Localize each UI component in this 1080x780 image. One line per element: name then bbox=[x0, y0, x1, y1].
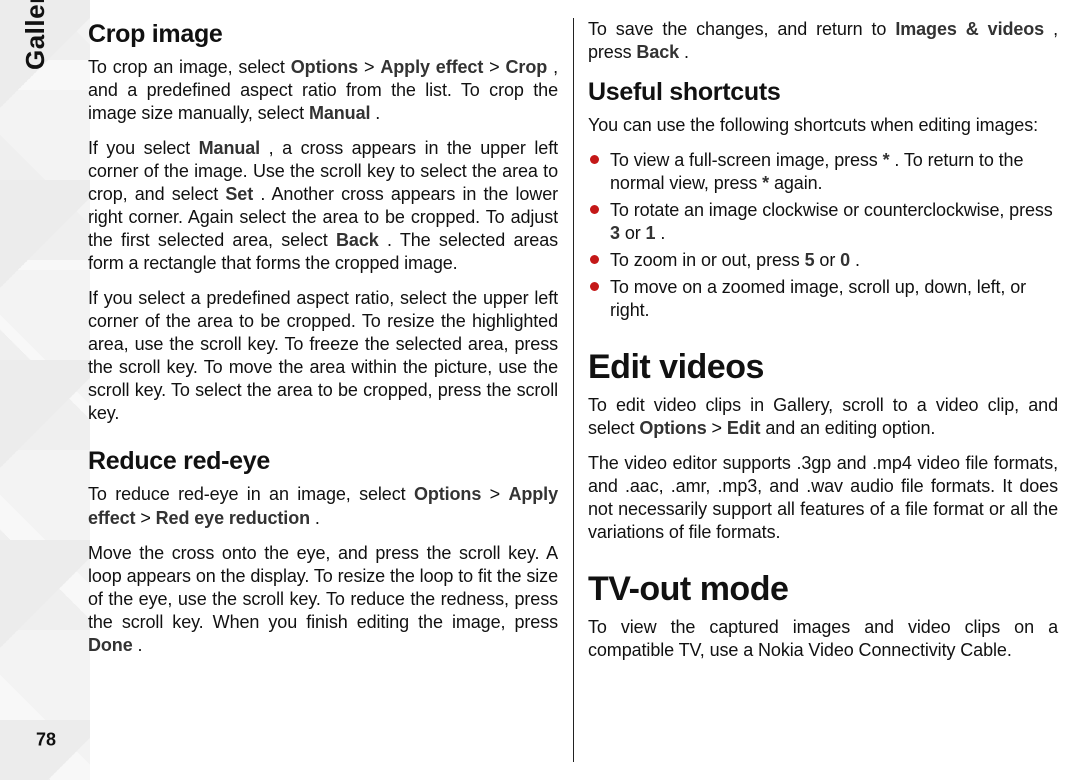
shortcuts-intro: You can use the following shortcuts when… bbox=[588, 114, 1058, 137]
heading-useful-shortcuts: Useful shortcuts bbox=[588, 76, 1058, 108]
page-number: 78 bbox=[36, 730, 56, 751]
crop-p2: If you select Manual , a cross appears i… bbox=[88, 137, 558, 275]
crop-p1: To crop an image, select Options > Apply… bbox=[88, 56, 558, 125]
menu-manual: Manual bbox=[309, 103, 370, 123]
shortcuts-list: To view a full-screen image, press * . T… bbox=[588, 149, 1058, 322]
menu-edit: Edit bbox=[727, 418, 761, 438]
list-item: To move on a zoomed image, scroll up, do… bbox=[588, 276, 1058, 322]
list-item: To zoom in or out, press 5 or 0 . bbox=[588, 249, 1058, 272]
save-changes-p: To save the changes, and return to Image… bbox=[588, 18, 1058, 64]
heading-crop-image: Crop image bbox=[88, 18, 558, 50]
tv-out-p1: To view the captured images and video cl… bbox=[588, 616, 1058, 662]
menu-crop: Crop bbox=[506, 57, 548, 77]
redeye-p1: To reduce red-eye in an image, select Op… bbox=[88, 483, 558, 529]
section-tab-label: Gallery bbox=[20, 0, 51, 70]
menu-red-eye-reduction: Red eye reduction bbox=[156, 508, 310, 528]
menu-set: Set bbox=[225, 184, 253, 204]
redeye-p2: Move the cross onto the eye, and press t… bbox=[88, 542, 558, 657]
edit-videos-p1: To edit video clips in Gallery, scroll t… bbox=[588, 394, 1058, 440]
background-texture bbox=[0, 0, 90, 780]
menu-options: Options bbox=[291, 57, 358, 77]
list-item: To rotate an image clockwise or counterc… bbox=[588, 199, 1058, 245]
page-body: Crop image To crop an image, select Opti… bbox=[88, 18, 1058, 762]
menu-apply-effect: Apply effect bbox=[380, 57, 483, 77]
heading-reduce-red-eye: Reduce red-eye bbox=[88, 445, 558, 477]
menu-back: Back bbox=[336, 230, 379, 250]
crop-p3: If you select a predefined aspect ratio,… bbox=[88, 287, 558, 425]
heading-tv-out-mode: TV-out mode bbox=[588, 568, 1058, 612]
menu-done: Done bbox=[88, 635, 133, 655]
menu-images-videos: Images & videos bbox=[895, 19, 1044, 39]
list-item: To view a full-screen image, press * . T… bbox=[588, 149, 1058, 195]
edit-videos-p2: The video editor supports .3gp and .mp4 … bbox=[588, 452, 1058, 544]
heading-edit-videos: Edit videos bbox=[588, 346, 1058, 390]
